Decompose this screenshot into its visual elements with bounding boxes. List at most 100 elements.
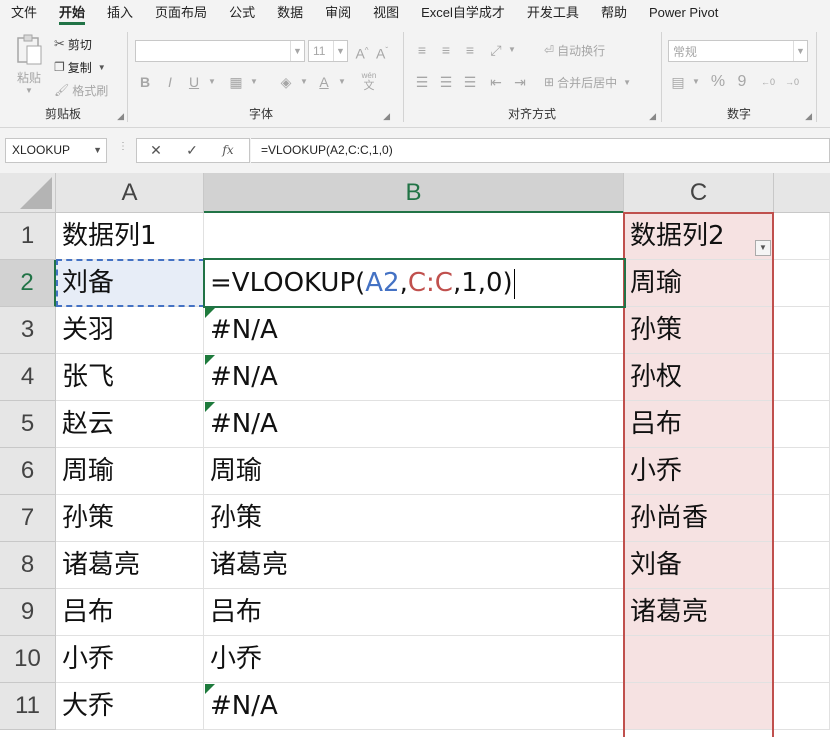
filter-dropdown-icon[interactable]: ▼ (755, 240, 771, 256)
increase-indent-icon[interactable]: ⇥ (510, 72, 530, 92)
column-header-c[interactable]: C (624, 173, 774, 213)
cell-d2[interactable] (774, 260, 830, 307)
borders-dropdown-icon[interactable]: ▼ (244, 72, 264, 92)
percent-button[interactable]: % (708, 72, 728, 92)
bold-button[interactable]: B (135, 72, 155, 92)
font-color-dropdown-icon[interactable]: ▼ (332, 72, 352, 92)
tab-insert[interactable]: 插入 (96, 0, 144, 26)
paste-button[interactable]: 粘贴 ▼ (12, 34, 46, 96)
borders-icon[interactable]: ▦ (226, 72, 246, 92)
font-size-combo[interactable]: 11 ▼ (308, 40, 348, 62)
cell-b2-editing[interactable]: =VLOOKUP(A2,C:C,1,0) (204, 260, 624, 307)
cell-b11[interactable]: #N/A (204, 683, 624, 730)
row-header[interactable]: 5 (0, 401, 56, 448)
tab-data[interactable]: 数据 (266, 0, 314, 26)
cell-b5[interactable]: #N/A (204, 401, 624, 448)
decrease-indent-icon[interactable]: ⇤ (486, 72, 506, 92)
cell-d5[interactable] (774, 401, 830, 448)
row-header[interactable]: 10 (0, 636, 56, 683)
accounting-format-icon[interactable]: ▤ (668, 72, 688, 92)
tab-page-layout[interactable]: 页面布局 (144, 0, 218, 26)
cell-a4[interactable]: 张飞 (56, 354, 204, 401)
clipboard-launcher-icon[interactable]: ◢ (117, 111, 124, 122)
row-header[interactable]: 6 (0, 448, 56, 495)
error-indicator-icon[interactable] (205, 684, 215, 694)
number-format-combo[interactable]: 常规 ▼ (668, 40, 808, 62)
cell-a1[interactable]: 数据列1 (56, 213, 204, 260)
error-indicator-icon[interactable] (205, 308, 215, 318)
cell-b6[interactable]: 周瑜 (204, 448, 624, 495)
cell-a2[interactable]: 刘备 (56, 260, 204, 307)
cell-a5[interactable]: 赵云 (56, 401, 204, 448)
orientation-dropdown-icon[interactable]: ▼ (502, 40, 522, 60)
tab-help[interactable]: 帮助 (590, 0, 638, 26)
cell-c2[interactable]: 周瑜 (624, 260, 774, 307)
cell-b10[interactable]: 小乔 (204, 636, 624, 683)
format-painter-button[interactable]: 🖌 格式刷 (54, 80, 108, 100)
select-all-button[interactable] (0, 173, 56, 213)
cut-button[interactable]: ✂ 剪切 (54, 34, 92, 54)
cell-d10[interactable] (774, 636, 830, 683)
align-right-icon[interactable]: ☰ (460, 72, 480, 92)
align-bottom-icon[interactable]: ≡ (460, 40, 480, 60)
underline-button[interactable]: U (184, 72, 204, 92)
tab-view[interactable]: 视图 (362, 0, 410, 26)
alignment-launcher-icon[interactable]: ◢ (649, 111, 656, 122)
row-header[interactable]: 8 (0, 542, 56, 589)
cell-c3[interactable]: 孙策 (624, 307, 774, 354)
tab-developer[interactable]: 开发工具 (516, 0, 590, 26)
row-header[interactable]: 11 (0, 683, 56, 730)
formula-input[interactable]: =VLOOKUP(A2,C:C,1,0) (251, 138, 830, 163)
comma-style-button[interactable]: 9 (732, 72, 752, 92)
cell-c4[interactable]: 孙权 (624, 354, 774, 401)
grow-font-icon[interactable]: A^ (352, 41, 372, 62)
number-launcher-icon[interactable]: ◢ (805, 111, 812, 122)
enter-icon[interactable]: ✓ (177, 139, 207, 162)
italic-button[interactable]: I (160, 72, 180, 92)
tab-file[interactable]: 文件 (0, 0, 48, 26)
fill-color-icon[interactable]: ◈ (276, 72, 296, 92)
cell-b4[interactable]: #N/A (204, 354, 624, 401)
row-header[interactable]: 7 (0, 495, 56, 542)
decrease-decimal-icon[interactable]: →0 (782, 72, 802, 92)
insert-function-icon[interactable]: fx (213, 139, 243, 162)
increase-decimal-icon[interactable]: ←0 (758, 72, 778, 92)
cell-c5[interactable]: 吕布 (624, 401, 774, 448)
name-box[interactable]: XLOOKUP ▼ (5, 138, 107, 163)
cell-c8[interactable]: 刘备 (624, 542, 774, 589)
cell-a6[interactable]: 周瑜 (56, 448, 204, 495)
more-icon[interactable]: ⋮ (118, 141, 128, 152)
phonetic-guide-icon[interactable]: wén 文 (358, 70, 380, 92)
cell-a10[interactable]: 小乔 (56, 636, 204, 683)
tab-excel-self-study[interactable]: Excel自学成才 (410, 0, 516, 26)
accounting-dropdown-icon[interactable]: ▼ (686, 72, 706, 92)
cell-d1[interactable] (774, 213, 830, 260)
cell-c1[interactable]: 数据列2 (624, 213, 774, 260)
align-left-icon[interactable]: ☰ (412, 72, 432, 92)
shrink-font-icon[interactable]: Aˇ (372, 41, 392, 62)
cell-a8[interactable]: 诸葛亮 (56, 542, 204, 589)
cell-c7[interactable]: 孙尚香 (624, 495, 774, 542)
align-top-icon[interactable]: ≡ (412, 40, 432, 60)
tab-home[interactable]: 开始 (48, 0, 96, 26)
cell-d4[interactable] (774, 354, 830, 401)
cell-a9[interactable]: 吕布 (56, 589, 204, 636)
cell-b9[interactable]: 吕布 (204, 589, 624, 636)
row-header[interactable]: 1 (0, 213, 56, 260)
cell-d6[interactable] (774, 448, 830, 495)
row-header[interactable]: 9 (0, 589, 56, 636)
font-launcher-icon[interactable]: ◢ (383, 111, 390, 122)
tab-formulas[interactable]: 公式 (218, 0, 266, 26)
cell-b3[interactable]: #N/A (204, 307, 624, 354)
tab-power-pivot[interactable]: Power Pivot (638, 0, 729, 26)
tab-review[interactable]: 审阅 (314, 0, 362, 26)
error-indicator-icon[interactable] (205, 355, 215, 365)
merge-center-button[interactable]: ⊞ 合并后居中 ▼ (544, 72, 631, 92)
cell-d7[interactable] (774, 495, 830, 542)
cell-a7[interactable]: 孙策 (56, 495, 204, 542)
column-header-a[interactable]: A (56, 173, 204, 213)
cell-d3[interactable] (774, 307, 830, 354)
row-header[interactable]: 3 (0, 307, 56, 354)
column-header-d[interactable] (774, 173, 830, 213)
cell-d8[interactable] (774, 542, 830, 589)
